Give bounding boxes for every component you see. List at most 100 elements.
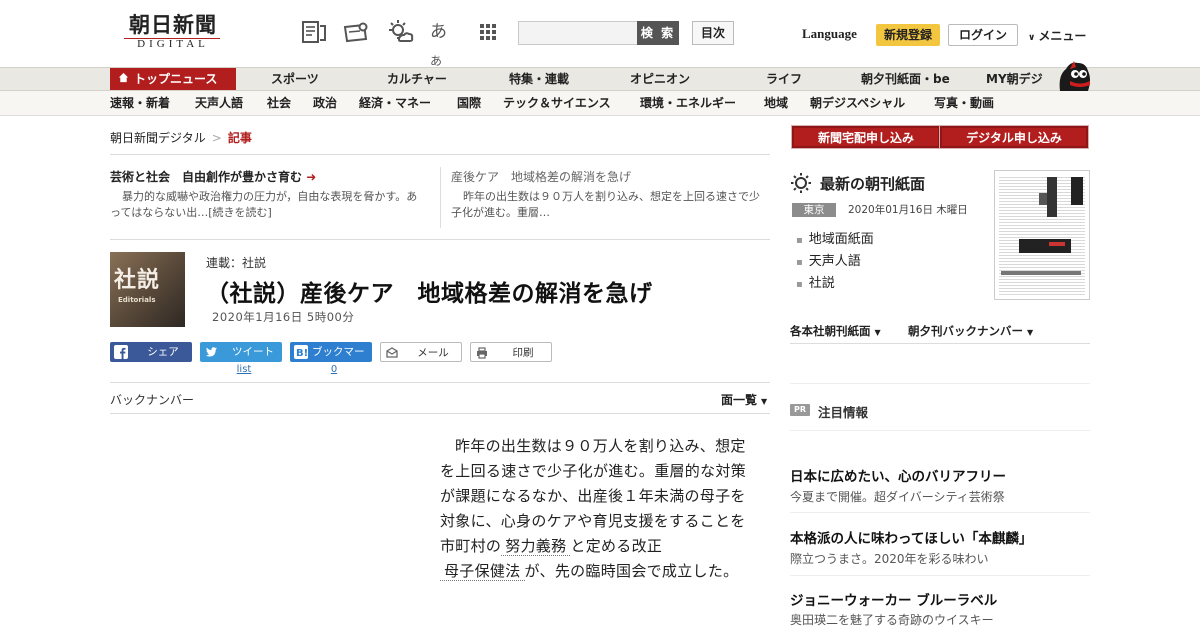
article-paragraph: 昨年の出生数は９０万人を割り込み、想定を上回る速さで少子化が進む。重層的な対策が… bbox=[440, 434, 750, 584]
promo-desc[interactable]: 奥田瑛二を魅了する奇跡のウイスキー bbox=[790, 611, 994, 628]
nav2-environment[interactable]: 環境・エネルギー bbox=[640, 91, 736, 115]
twitter-share-label: ツイート bbox=[232, 346, 274, 358]
keyword-link[interactable]: 母子保健法 bbox=[440, 562, 525, 581]
twitter-share-button[interactable]: ツイート bbox=[200, 342, 282, 362]
search-button[interactable]: 検 索 bbox=[637, 21, 679, 45]
logo-rule bbox=[124, 38, 220, 39]
breadcrumb-separator: > bbox=[211, 131, 222, 145]
nav-sports[interactable]: スポーツ bbox=[271, 68, 319, 90]
digital-signup-button[interactable]: デジタル申し込み bbox=[940, 126, 1088, 148]
divider bbox=[440, 167, 441, 228]
nav2-international[interactable]: 国際 bbox=[457, 91, 481, 115]
promo-title[interactable]: 本格派の人に味わってほしい「本麒麟」 bbox=[790, 527, 1032, 547]
caret-down-icon: ▼ bbox=[761, 397, 768, 406]
nav2-photo-video[interactable]: 写真・動画 bbox=[934, 91, 994, 115]
pr-section-title: 注目情報 bbox=[818, 405, 869, 420]
newspaper-front-page-thumbnail[interactable] bbox=[994, 170, 1090, 300]
promo-desc[interactable]: 際立つうまさ。2020年を彩る味わい bbox=[790, 550, 989, 567]
promo-title[interactable]: ジョニーウォーカー ブルーラベル bbox=[790, 589, 997, 609]
nav2-tensei[interactable]: 天声人語 bbox=[195, 91, 243, 115]
divider bbox=[790, 343, 1090, 344]
svg-text:B!: B! bbox=[296, 348, 308, 359]
backnumber-dropdown-label: 朝夕刊バックナンバー bbox=[908, 324, 1023, 338]
nav-culture[interactable]: カルチャー bbox=[387, 68, 447, 90]
divider bbox=[790, 512, 1090, 513]
divider bbox=[110, 154, 770, 155]
nav2-politics[interactable]: 政治 bbox=[313, 91, 337, 115]
editorial-thumbnail: 社説 Editorials bbox=[110, 252, 185, 327]
facebook-share-label: シェア bbox=[147, 346, 179, 358]
nav2-society[interactable]: 社会 bbox=[267, 91, 291, 115]
promo-desc[interactable]: 今夏まで開催。超ダイバーシティ芸術祭 bbox=[790, 488, 1005, 505]
article-headline: （社説）産後ケア 地域格差の解消を急げ bbox=[206, 281, 653, 307]
font-size-icon[interactable]: ああ bbox=[430, 18, 458, 68]
site-logo[interactable]: 朝日新聞 DIGITAL bbox=[118, 12, 228, 54]
login-button[interactable]: ログイン bbox=[948, 24, 1018, 46]
print-button[interactable]: 印刷 bbox=[470, 342, 552, 362]
nav-features[interactable]: 特集・連載 bbox=[509, 68, 569, 90]
promo-title[interactable]: 日本に広めたい、心のバリアフリー bbox=[790, 465, 1006, 485]
nav-life[interactable]: ライフ bbox=[766, 68, 802, 90]
toc-button[interactable]: 目次 bbox=[692, 21, 734, 45]
page-index-dropdown[interactable]: 面一覧 ▼ bbox=[721, 391, 767, 408]
twitter-count-link[interactable]: list bbox=[200, 364, 288, 375]
twitter-icon bbox=[205, 347, 217, 357]
mail-icon bbox=[386, 347, 398, 358]
keyword-link[interactable]: 努力義務 bbox=[501, 537, 571, 556]
paper-link-regional[interactable]: ▪ 地域面紙面 bbox=[796, 228, 874, 247]
hatena-count-link[interactable]: 0 bbox=[290, 364, 378, 375]
facebook-share-button[interactable]: シェア bbox=[110, 342, 192, 362]
related-article-1-title: 芸術と社会 自由創作が豊かさ育む bbox=[110, 170, 303, 184]
newspaper-icon[interactable] bbox=[300, 18, 328, 46]
nav-top-news[interactable]: トップニュース bbox=[110, 68, 236, 90]
regional-papers-dropdown[interactable]: 各本社朝刊紙面 ▼ bbox=[790, 323, 881, 339]
nav2-local[interactable]: 地域 bbox=[764, 91, 788, 115]
signup-button[interactable]: 新規登録 bbox=[876, 24, 940, 46]
print-label: 印刷 bbox=[512, 347, 534, 359]
breadcrumb-root[interactable]: 朝日新聞デジタル bbox=[110, 131, 206, 145]
weather-icon[interactable] bbox=[386, 18, 414, 46]
nav2-breaking[interactable]: 速報・新着 bbox=[110, 91, 170, 115]
breadcrumb-current: 記事 bbox=[227, 131, 252, 145]
primary-nav: トップニュース スポーツ カルチャー 特集・連載 オピニオン ライフ 朝夕刊紙面… bbox=[0, 67, 1200, 91]
related-article-1[interactable]: 芸術と社会 自由創作が豊かさ育む ➜ 暴力的な威嚇や政治権力の圧力が，自由な表現… bbox=[110, 169, 420, 221]
logo-text: 朝日新聞 bbox=[129, 12, 217, 37]
nav-my-asadigi[interactable]: MY朝デジ bbox=[986, 68, 1043, 90]
nav2-special[interactable]: 朝デジスペシャル bbox=[810, 91, 905, 115]
backnumber-link[interactable]: バックナンバー bbox=[110, 391, 194, 408]
paper-link-tensei[interactable]: ▪ 天声人語 bbox=[796, 250, 861, 269]
paper-link-editorial[interactable]: ▪ 社説 bbox=[796, 272, 835, 291]
article-body: 昨年の出生数は９０万人を割り込み、想定を上回る速さで少子化が進む。重層的な対策が… bbox=[440, 434, 750, 584]
related-article-2[interactable]: 産後ケア 地域格差の解消を急げ 昨年の出生数は９０万人を割り込み、想定を上回る速… bbox=[451, 169, 766, 221]
menu-button[interactable]: ∨ メニュー bbox=[1028, 27, 1086, 44]
series-label[interactable]: 連載：社説 bbox=[206, 254, 266, 271]
region-badge: 東京 bbox=[792, 203, 836, 217]
print-icon bbox=[477, 347, 487, 359]
language-link[interactable]: Language bbox=[802, 26, 857, 42]
read-more-link[interactable]: [続きを読む] bbox=[208, 206, 272, 219]
backnumber-dropdown[interactable]: 朝夕刊バックナンバー ▼ bbox=[908, 323, 1033, 339]
nav-paper-be[interactable]: 朝夕刊紙面・be bbox=[861, 68, 950, 90]
related-article-2-desc: 昨年の出生数は９０万人を割り込み、想定を上回る速さで少子化が進む。重層… bbox=[451, 190, 760, 219]
chevron-down-icon: ∨ bbox=[1028, 33, 1036, 43]
nav2-economy[interactable]: 経済・マネー bbox=[359, 91, 431, 115]
search-box: 検 索 bbox=[518, 21, 679, 45]
page-index-label: 面一覧 bbox=[721, 393, 758, 407]
mascot-icon[interactable] bbox=[1056, 57, 1092, 93]
secondary-nav: 速報・新着 天声人語 社会 政治 経済・マネー 国際 テック＆サイエンス 環境・… bbox=[0, 91, 1200, 116]
grid-menu-icon[interactable] bbox=[474, 18, 502, 46]
nav2-tech[interactable]: テック＆サイエンス bbox=[503, 91, 611, 115]
related-article-2-title: 産後ケア 地域格差の解消を急げ bbox=[451, 170, 632, 184]
hatena-bookmark-button[interactable]: B! ブックマーク bbox=[290, 342, 372, 378]
divider bbox=[790, 383, 1090, 384]
bullet-icon: ▪ bbox=[796, 235, 803, 246]
latest-paper-title[interactable]: 最新の朝刊紙面 bbox=[820, 173, 925, 194]
nav-opinion[interactable]: オピニオン bbox=[630, 68, 690, 90]
divider bbox=[790, 575, 1090, 576]
search-input[interactable] bbox=[519, 22, 637, 44]
mail-share-button[interactable]: メール bbox=[380, 342, 462, 362]
logo-subtext: DIGITAL bbox=[137, 38, 209, 50]
nav-top-news-label: トップニュース bbox=[134, 72, 218, 86]
video-ticket-icon[interactable] bbox=[342, 18, 370, 46]
home-delivery-button[interactable]: 新聞宅配申し込み bbox=[792, 126, 940, 148]
